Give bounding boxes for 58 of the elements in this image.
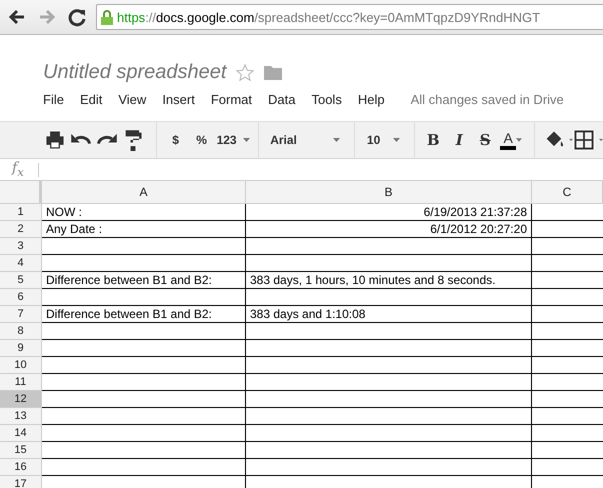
row-header[interactable]: 11 [0,374,42,391]
caret-icon [598,138,603,142]
row-header[interactable]: 7 [0,306,42,323]
menu-item[interactable]: View [118,92,146,107]
borders-icon[interactable] [572,128,595,152]
row-header[interactable]: 8 [0,323,42,340]
row-header[interactable]: 1 [0,204,42,221]
currency-format-button[interactable]: $ [164,128,187,152]
table-cell: Difference between B1 and B2: [42,306,246,323]
italic-button[interactable]: I [448,128,470,152]
address-bar[interactable]: https://docs.google.com/spreadsheet/ccc?key=0AmMTqpzD9YRndHNGT [96,4,603,30]
table-cell: 383 days, 1 hours, 10 minutes and 8 seconds. [246,272,532,289]
menu-item[interactable]: Insert [162,92,195,107]
strikethrough-button[interactable]: S [474,128,496,152]
row-header[interactable]: 12 [0,391,42,408]
row-header[interactable]: 9 [0,340,42,357]
row-header[interactable]: 10 [0,357,42,374]
bold-button[interactable]: B [422,128,444,152]
save-status: All changes saved in Drive [410,92,564,107]
number-format-dropdown[interactable]: 123 [216,128,250,152]
menu-item[interactable]: Data [268,92,296,107]
row-header[interactable]: 16 [0,459,42,476]
table-cell: 6/1/2012 20:27:20 [246,221,532,238]
menu-item[interactable]: Edit [80,92,102,107]
caret-icon [392,138,400,142]
row-header[interactable]: 15 [0,442,42,459]
row-header[interactable]: 14 [0,425,42,442]
lock-icon [101,10,113,24]
column-header[interactable]: B [246,181,532,204]
table-cell: NOW : [42,204,246,221]
row-header[interactable]: 2 [0,221,42,238]
table-cell: Difference between B1 and B2: [42,272,246,289]
table-cell: 6/19/2013 21:37:28 [246,204,532,221]
row-header[interactable]: 13 [0,408,42,425]
text-color-button[interactable]: A [500,128,522,152]
menu-item[interactable]: File [43,92,64,107]
row-header[interactable]: 17 [0,476,42,488]
caret-icon [242,138,250,142]
caret-icon [568,138,573,142]
row-header[interactable]: 3 [0,238,42,255]
column-header[interactable]: C [532,181,603,204]
font-size-dropdown[interactable]: 10 [362,128,406,152]
formula-icon: f$_{x}$ [0,160,38,179]
row-header[interactable]: 6 [0,289,42,306]
row-header[interactable]: 4 [0,255,42,272]
star-icon[interactable] [236,64,254,82]
table-cell: 383 days and 1:10:08 [246,306,532,323]
font-dropdown[interactable]: Arial [266,128,346,152]
menu-item[interactable]: Format [210,92,252,107]
caret-icon [516,138,522,142]
table-cell: Any Date : [42,221,246,238]
document-title[interactable]: Untitled spreadsheet [43,61,226,84]
caret-icon [333,138,340,142]
menu-item[interactable]: Tools [311,92,342,107]
percent-format-button[interactable]: % [190,128,213,152]
column-header[interactable]: A [42,181,246,204]
menu-item[interactable]: Help [358,92,385,107]
row-header[interactable]: 5 [0,272,42,289]
